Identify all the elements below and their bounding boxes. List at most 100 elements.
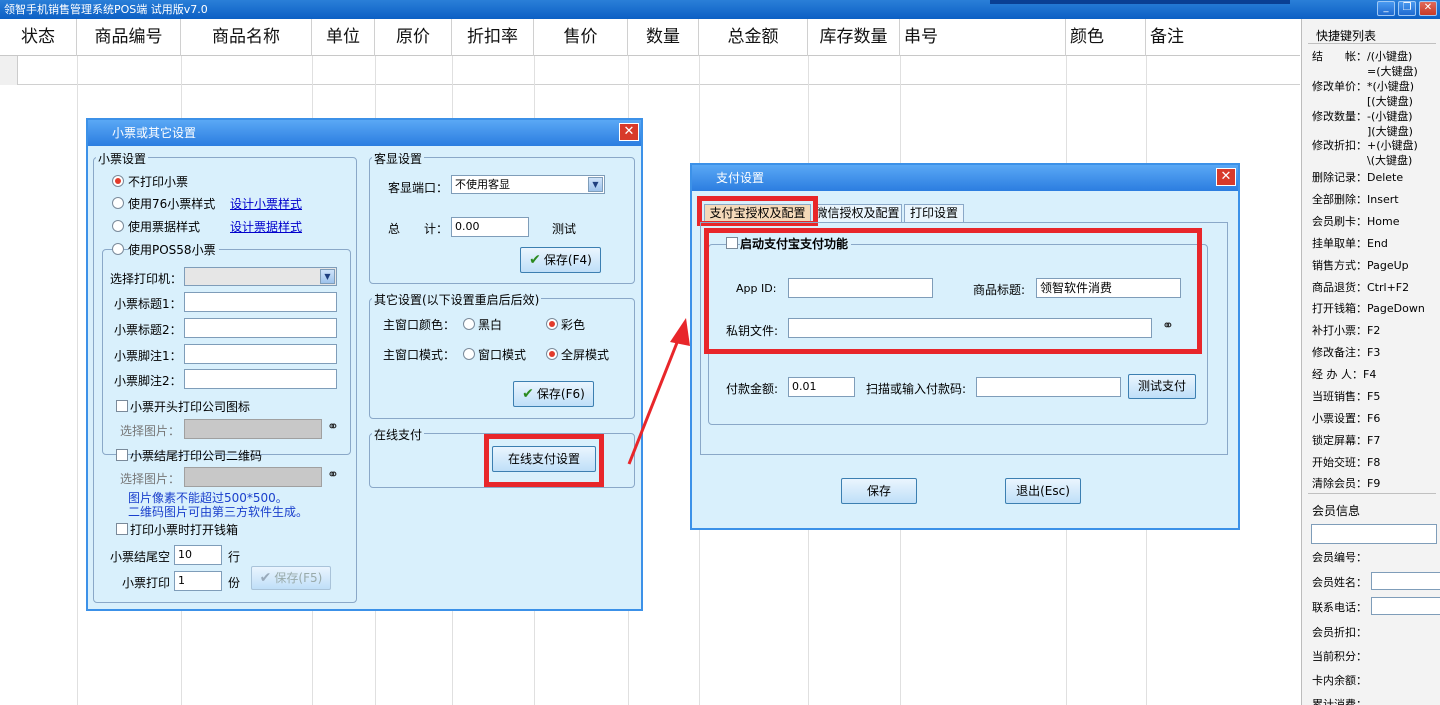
scan-code-field[interactable] [976,377,1121,397]
qr-image-field[interactable] [184,467,322,487]
open-drawer-checkbox[interactable] [116,523,128,535]
grid-line [77,56,78,705]
pay-settings-dialog: 支付设置 ✕ 支付宝授权及配置 微信授权及配置 打印设置 启动支付宝支付功能 A… [690,163,1240,530]
port-label: 客显端口： [388,181,449,195]
col-serial-number[interactable]: 串号 [900,19,1066,56]
shortcut-line: \(大键盘) [1312,154,1413,167]
shortcut-line: 修改数量：-(小键盘) [1312,110,1413,123]
qr-source-hint: 二维码图片可由第三方软件生成。 [128,505,309,519]
col-color[interactable]: 颜色 [1066,19,1146,56]
design-receipt-link[interactable]: 设计小票样式 [230,195,302,212]
save-f6-button[interactable]: ✔ 保存(F6) [513,381,594,407]
foot2-field[interactable] [184,369,337,389]
dialog-title: 支付设置 [692,165,1238,191]
check-icon: ✔ [259,570,272,586]
shortcut-line: 挂单取单：End [1312,237,1388,250]
save-f5-button[interactable]: ✔ 保存(F5) [251,566,331,590]
title1-field[interactable] [184,292,337,312]
radio-bill-style[interactable] [112,220,124,232]
radio-window-mode[interactable] [463,348,475,360]
col-remarks[interactable]: 备注 [1146,19,1300,56]
shortcut-line: 删除记录：Delete [1312,171,1404,184]
choose-image-label: 选择图片： [120,472,181,486]
amount-field[interactable]: 0.01 [788,377,855,397]
binoculars-icon[interactable]: ⚭ [327,467,339,483]
printer-select[interactable]: ▼ [184,267,337,286]
dialog-title: 小票或其它设置 [88,120,641,146]
test-pay-button[interactable]: 测试支付 [1128,374,1196,399]
shortcut-line: 当班销售：F5 [1312,390,1381,403]
foot1-field[interactable] [184,344,337,364]
print-copies-label: 小票打印 [122,576,171,590]
col-product-name[interactable]: 商品名称 [181,19,312,56]
col-original-price[interactable]: 原价 [375,19,452,56]
radio-color[interactable] [546,318,558,330]
button-label: 保存(F6) [536,387,585,401]
close-button[interactable]: ✕ [1216,168,1236,186]
highlight-box [484,434,604,487]
shortcut-line: 经 办 人：F4 [1312,368,1377,381]
test-label[interactable]: 测试 [552,220,576,237]
arrow-head [670,318,690,346]
tail-blank-field[interactable]: 10 [174,545,222,565]
shortcut-line: 全部删除：Insert [1312,193,1399,206]
print-qr-checkbox[interactable] [116,449,128,461]
shortcut-line: =(大键盘) [1312,65,1418,78]
total-field[interactable]: 0.00 [451,217,529,237]
col-total-amount[interactable]: 总金额 [699,19,808,56]
member-total-spend-label: 累计消费： [1312,698,1367,705]
radio-76-style[interactable] [112,197,124,209]
shortcut-line: 小票设置：F6 [1312,412,1381,425]
logo-image-field[interactable] [184,419,322,439]
col-quantity[interactable]: 数量 [628,19,699,56]
radio-label: 不打印小票 [128,175,189,189]
radio-pos58[interactable] [112,243,124,255]
col-unit[interactable]: 单位 [312,19,375,56]
radio-label: 彩色 [561,318,586,332]
tail-blank-label: 小票结尾空 [110,550,171,564]
save-f4-button[interactable]: ✔ 保存(F4) [520,247,601,273]
print-logo-checkbox[interactable] [116,400,128,412]
col-discount-rate[interactable]: 折扣率 [452,19,534,56]
col-product-code[interactable]: 商品编号 [77,19,181,56]
image-size-hint: 图片像素不能超过500*500。 [128,491,288,505]
close-window-button[interactable]: ✕ [1419,1,1437,16]
restore-button[interactable]: ❐ [1398,1,1416,16]
radio-label: 使用76小票样式 [128,197,216,211]
print-copies-field[interactable]: 1 [174,571,222,591]
member-discount-label: 会员折扣： [1312,626,1367,639]
title2-field[interactable] [184,318,337,338]
col-status[interactable]: 状态 [0,19,77,56]
shortcut-line: 锁定屏幕：F7 [1312,434,1381,447]
shortcut-line: 修改折扣：+(小键盘) [1312,139,1418,152]
binoculars-icon[interactable]: ⚭ [327,419,339,435]
shortcut-line: 清除会员：F9 [1312,477,1381,490]
select-value: 不使用客显 [455,178,510,191]
title2-label: 小票标题2： [114,323,182,337]
table-row[interactable] [0,56,1300,85]
member-phone-label: 联系电话： [1312,601,1367,614]
design-bill-link[interactable]: 设计票据样式 [230,218,302,235]
main-mode-label: 主窗口模式： [383,348,456,362]
radio-fullscreen[interactable] [546,348,558,360]
radio-bw[interactable] [463,318,475,330]
member-card-input[interactable] [1311,524,1437,544]
tab-wechat[interactable]: 微信授权及配置 [813,204,902,222]
exit-button[interactable]: 退出(Esc) [1005,478,1081,504]
minimize-button[interactable]: _ [1377,1,1395,16]
close-button[interactable]: ✕ [619,123,639,141]
col-sale-price[interactable]: 售价 [534,19,628,56]
highlight-box [704,228,1202,354]
radio-label: 使用POS58小票 [128,241,219,258]
save-button[interactable]: 保存 [841,478,917,504]
member-phone-field[interactable] [1371,597,1440,615]
group-label: 小票设置 [96,150,149,167]
shortcut-line: 修改备注：F3 [1312,346,1381,359]
port-select[interactable]: 不使用客显 ▼ [451,175,605,194]
row-selector[interactable] [0,56,18,85]
member-name-field[interactable] [1371,572,1440,590]
radio-label: 黑白 [478,318,503,332]
radio-no-print[interactable] [112,175,124,187]
col-stock-qty[interactable]: 库存数量 [808,19,900,56]
tab-print[interactable]: 打印设置 [904,204,964,222]
